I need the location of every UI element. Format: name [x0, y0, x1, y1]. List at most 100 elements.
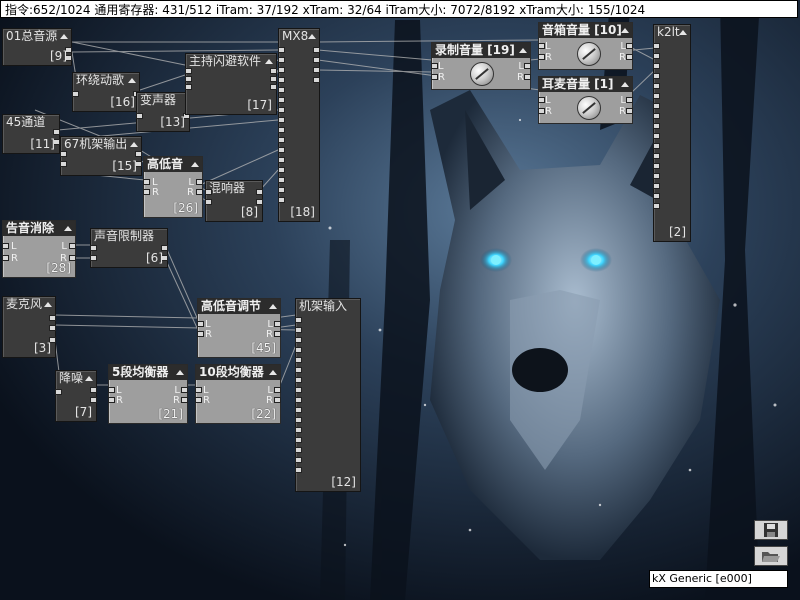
triangle-up-icon[interactable]: [176, 370, 184, 375]
input-port[interactable]: [653, 113, 660, 119]
input-port[interactable]: [653, 163, 660, 169]
module-reverb[interactable]: 混响器 [8]: [205, 180, 263, 222]
volume-knob-icon[interactable]: [470, 62, 494, 86]
input-port[interactable]: [295, 377, 302, 383]
input-port[interactable]: [205, 199, 212, 205]
module-host-ducking[interactable]: 主持闪避软件 [17]: [185, 53, 277, 115]
input-port[interactable]: [185, 84, 192, 90]
triangle-up-icon[interactable]: [519, 48, 527, 53]
output-port[interactable]: [181, 397, 188, 403]
input-port[interactable]: [195, 397, 202, 403]
triangle-up-icon[interactable]: [44, 302, 52, 307]
input-port[interactable]: [197, 331, 204, 337]
module-main-source[interactable]: 01总音源 [9]: [2, 28, 72, 66]
module-k2lt[interactable]: k2lt [2]: [653, 24, 691, 242]
input-port[interactable]: [653, 183, 660, 189]
input-port[interactable]: [278, 187, 285, 193]
input-port[interactable]: [90, 255, 97, 261]
triangle-up-icon[interactable]: [621, 28, 629, 33]
module-denoise[interactable]: 降噪 [7]: [55, 370, 97, 422]
output-port[interactable]: [270, 84, 277, 90]
output-port[interactable]: [181, 387, 188, 393]
input-port[interactable]: [653, 53, 660, 59]
input-port[interactable]: [278, 147, 285, 153]
input-port[interactable]: [295, 427, 302, 433]
input-port[interactable]: [653, 203, 660, 209]
output-port[interactable]: [90, 387, 97, 393]
output-port[interactable]: [196, 179, 203, 185]
input-port[interactable]: [55, 389, 62, 395]
input-port[interactable]: [295, 337, 302, 343]
input-port[interactable]: [278, 117, 285, 123]
triangle-up-icon[interactable]: [265, 59, 273, 64]
triangle-up-icon[interactable]: [308, 34, 316, 39]
input-port[interactable]: [295, 467, 302, 473]
input-port[interactable]: [60, 161, 67, 167]
input-port[interactable]: [2, 243, 9, 249]
input-port[interactable]: [278, 177, 285, 183]
input-port[interactable]: [278, 67, 285, 73]
input-port[interactable]: [72, 91, 79, 97]
input-port[interactable]: [538, 43, 545, 49]
module-bass-treble-adjust[interactable]: 高低音调节 L R L R [45]: [197, 298, 281, 358]
output-port[interactable]: [524, 63, 531, 69]
input-port[interactable]: [278, 197, 285, 203]
module-eq-10band[interactable]: 10段均衡器 L R L R [22]: [195, 364, 281, 424]
input-port[interactable]: [653, 63, 660, 69]
module-noise-cancel[interactable]: 告音消除 L R L R [28]: [2, 220, 76, 278]
input-port[interactable]: [653, 153, 660, 159]
triangle-up-icon[interactable]: [269, 304, 277, 309]
input-port[interactable]: [295, 397, 302, 403]
input-port[interactable]: [197, 321, 204, 327]
input-port[interactable]: [278, 77, 285, 83]
input-port[interactable]: [108, 387, 115, 393]
input-port[interactable]: [278, 57, 285, 63]
input-port[interactable]: [295, 417, 302, 423]
output-port[interactable]: [135, 151, 142, 157]
output-port[interactable]: [313, 67, 320, 73]
output-port[interactable]: [626, 97, 633, 103]
device-select[interactable]: kX Generic [e000]: [649, 570, 788, 588]
output-port[interactable]: [90, 397, 97, 403]
input-port[interactable]: [653, 133, 660, 139]
output-port[interactable]: [626, 108, 633, 114]
input-port[interactable]: [143, 189, 150, 195]
module-rack-output-67[interactable]: 67机架输出 [15]: [60, 136, 142, 176]
output-port[interactable]: [270, 68, 277, 74]
triangle-up-icon[interactable]: [621, 82, 629, 87]
save-button[interactable]: [754, 520, 788, 540]
output-port[interactable]: [274, 321, 281, 327]
volume-knob-icon[interactable]: [577, 96, 601, 120]
input-port[interactable]: [653, 123, 660, 129]
triangle-up-icon[interactable]: [679, 30, 687, 35]
input-port[interactable]: [295, 447, 302, 453]
module-voice-changer[interactable]: 变声器 [13]: [136, 92, 190, 132]
input-port[interactable]: [295, 387, 302, 393]
input-port[interactable]: [538, 108, 545, 114]
output-port[interactable]: [626, 43, 633, 49]
triangle-up-icon[interactable]: [191, 162, 199, 167]
triangle-up-icon[interactable]: [130, 142, 138, 147]
output-port[interactable]: [626, 54, 633, 60]
input-port[interactable]: [653, 143, 660, 149]
input-port[interactable]: [295, 317, 302, 323]
input-port[interactable]: [653, 83, 660, 89]
input-port[interactable]: [538, 54, 545, 60]
triangle-up-icon[interactable]: [60, 34, 68, 39]
module-record-volume[interactable]: 录制音量 [19] L R L R: [431, 42, 531, 90]
triangle-up-icon[interactable]: [269, 370, 277, 375]
triangle-up-icon[interactable]: [64, 226, 72, 231]
volume-knob-icon[interactable]: [577, 42, 601, 66]
module-eq-5band[interactable]: 5段均衡器 L R L R [21]: [108, 364, 188, 424]
input-port[interactable]: [278, 47, 285, 53]
output-port[interactable]: [196, 189, 203, 195]
input-port[interactable]: [278, 167, 285, 173]
output-port[interactable]: [49, 325, 56, 331]
input-port[interactable]: [278, 87, 285, 93]
open-button[interactable]: [754, 546, 788, 566]
input-port[interactable]: [278, 137, 285, 143]
input-port[interactable]: [538, 97, 545, 103]
module-headset-volume[interactable]: 耳麦音量 [1] L R L R: [538, 76, 633, 124]
module-surround[interactable]: 环绕动歌 [16]: [72, 72, 140, 112]
input-port[interactable]: [295, 357, 302, 363]
